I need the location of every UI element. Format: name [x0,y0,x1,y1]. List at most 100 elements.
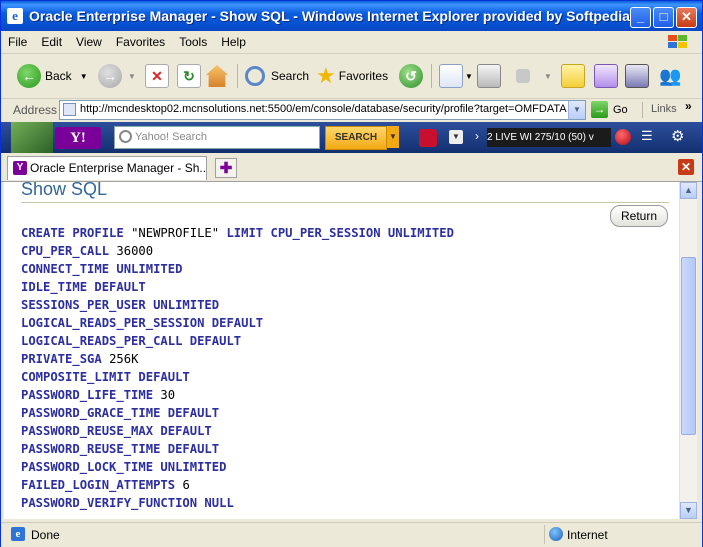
go-label: Go [613,103,628,116]
scroll-up-arrow-icon[interactable]: ▲ [680,182,697,199]
history-button[interactable]: ↺ [399,60,423,92]
address-input[interactable]: http://mcndesktop02.mcnsolutions.net:550… [59,100,586,120]
page-content: Show SQL Return CREATE PROFILE "NEWPROFI… [4,182,679,519]
menu-view[interactable]: View [69,31,109,53]
menu-bar: File Edit View Favorites Tools Help [1,31,702,54]
stop-icon: ✕ [145,64,169,88]
security-zone[interactable]: Internet [544,525,695,544]
close-tab-icon[interactable]: ✕ [678,159,694,175]
status-text: Done [31,528,60,542]
scroll-down-arrow-icon[interactable]: ▼ [680,502,697,519]
window-title: Oracle Enterprise Manager - Show SQL - W… [29,8,630,24]
sql-line: PASSWORD_GRACE_TIME DEFAULT [21,404,454,422]
address-dropdown-icon[interactable]: ▼ [568,101,585,119]
toolbar-grip-icon[interactable] [11,122,53,153]
menu-tools[interactable]: Tools [172,31,214,53]
print-icon [477,64,501,88]
sql-line: COMPOSITE_LIMIT DEFAULT [21,368,454,386]
tab-oracle-enterprise-manager[interactable]: Y Oracle Enterprise Manager - Sh... [7,156,207,180]
scrollbar-thumb[interactable] [681,257,696,435]
list-icon[interactable]: ☰ [641,128,653,144]
refresh-icon: ↻ [177,64,201,88]
sql-keyword: PASSWORD_VERIFY_FUNCTION NULL [21,496,234,510]
sql-line: SESSIONS_PER_USER UNLIMITED [21,296,454,314]
search-icon [245,66,265,86]
mail-button[interactable]: ▼ [439,60,473,92]
menu-edit[interactable]: Edit [34,31,69,53]
back-dropdown-icon[interactable]: ▼ [80,72,88,81]
search-button[interactable]: Search [245,60,309,92]
sql-keyword: PASSWORD_REUSE_MAX DEFAULT [21,424,212,438]
vertical-scrollbar[interactable]: ▲ ▼ [679,182,697,519]
standard-toolbar: ← Back ▼ → ▼ ✕ ↻ Search ★ Favorites ↺ ▼ … [1,54,702,99]
tab-label: Oracle Enterprise Manager - Sh... [30,161,207,175]
print-button[interactable] [477,60,501,92]
forward-dropdown-icon[interactable]: ▼ [128,72,136,81]
edit-button[interactable]: ▼ [516,60,552,92]
sql-keyword: PASSWORD_GRACE_TIME DEFAULT [21,406,220,420]
yahoo-search-dropdown-icon[interactable]: ▼ [387,126,399,148]
ie-status-icon: e [11,527,25,541]
sql-value: 36000 [116,244,154,258]
menu-help[interactable]: Help [214,31,253,53]
contacts-button[interactable]: 👥 [659,60,681,92]
links-chevron-icon[interactable]: » [685,99,692,113]
sql-keyword: LOGICAL_READS_PER_CALL DEFAULT [21,334,242,348]
title-divider [21,202,669,203]
yahoo-menu-icon[interactable]: ▼ [449,130,463,144]
settings-gear-icon[interactable]: ⚙ [671,127,684,145]
sql-line: FAILED_LOGIN_ATTEMPTS 6 [21,476,454,494]
search-label: Search [271,69,310,83]
sql-keyword: PRIVATE_SGA [21,352,110,366]
home-button[interactable] [206,60,228,92]
new-tab-button[interactable]: ✚ [215,158,237,178]
favorites-star-icon: ★ [316,63,336,88]
yahoo-logo[interactable]: Y! [55,127,101,149]
messenger-button[interactable] [625,60,649,92]
cricket-ball-icon[interactable] [615,129,631,145]
back-button[interactable]: ← Back ▼ [17,60,88,92]
status-bar: e Done Internet [1,522,702,547]
tab-bar: Y Oracle Enterprise Manager - Sh... ✚ ✕ [1,154,702,182]
mail-dropdown-icon[interactable]: ▼ [465,72,473,81]
sql-keyword: PASSWORD_REUSE_TIME DEFAULT [21,442,220,456]
stop-button[interactable]: ✕ [145,60,169,92]
sql-keyword: CONNECT_TIME UNLIMITED [21,262,183,276]
title-bar[interactable]: e Oracle Enterprise Manager - Show SQL -… [1,1,702,31]
sql-line: PASSWORD_REUSE_TIME DEFAULT [21,440,454,458]
contacts-icon: 👥 [659,65,682,86]
sql-line: LOGICAL_READS_PER_SESSION DEFAULT [21,314,454,332]
go-button[interactable]: → Go [591,100,628,119]
ticker-arrow-icon[interactable]: › [475,129,479,143]
maximize-button[interactable]: □ [653,7,674,28]
yahoo-search-button[interactable]: SEARCH [325,126,387,150]
menu-favorites[interactable]: Favorites [109,31,172,53]
sql-keyword: IDLE_TIME DEFAULT [21,280,146,294]
yahoo-search-placeholder: Yahoo! Search [135,131,207,143]
cricket-score-ticker[interactable]: 2 LIVE WI 275/10 (50) v [487,128,611,147]
research-button[interactable] [594,60,618,92]
return-button[interactable]: Return [610,205,668,227]
page-title: Show SQL [21,182,108,199]
edit-dropdown-icon[interactable]: ▼ [544,72,552,81]
favorites-label: Favorites [338,69,389,83]
close-button[interactable]: ✕ [676,7,697,28]
ie-app-icon[interactable]: e [7,8,23,24]
yahoo-favicon-icon: Y [13,161,27,175]
mail-icon [439,64,463,88]
menu-file[interactable]: File [1,31,34,53]
yahoo-bookmark-icon[interactable] [419,129,437,147]
zone-label: Internet [567,528,608,542]
favorites-button[interactable]: ★ Favorites [316,60,388,92]
go-arrow-icon: → [591,101,608,118]
minimize-button[interactable]: _ [630,7,651,28]
sql-line: PASSWORD_LOCK_TIME UNLIMITED [21,458,454,476]
discuss-button[interactable] [561,60,585,92]
sql-line: LOGICAL_READS_PER_CALL DEFAULT [21,332,454,350]
forward-button[interactable]: → ▼ [98,60,136,92]
yahoo-search-input[interactable]: Yahoo! Search [114,126,320,149]
sql-keyword: PASSWORD_LIFE_TIME [21,388,161,402]
windows-flag-icon [668,35,687,48]
links-label[interactable]: Links [651,103,677,115]
refresh-button[interactable]: ↻ [177,60,201,92]
